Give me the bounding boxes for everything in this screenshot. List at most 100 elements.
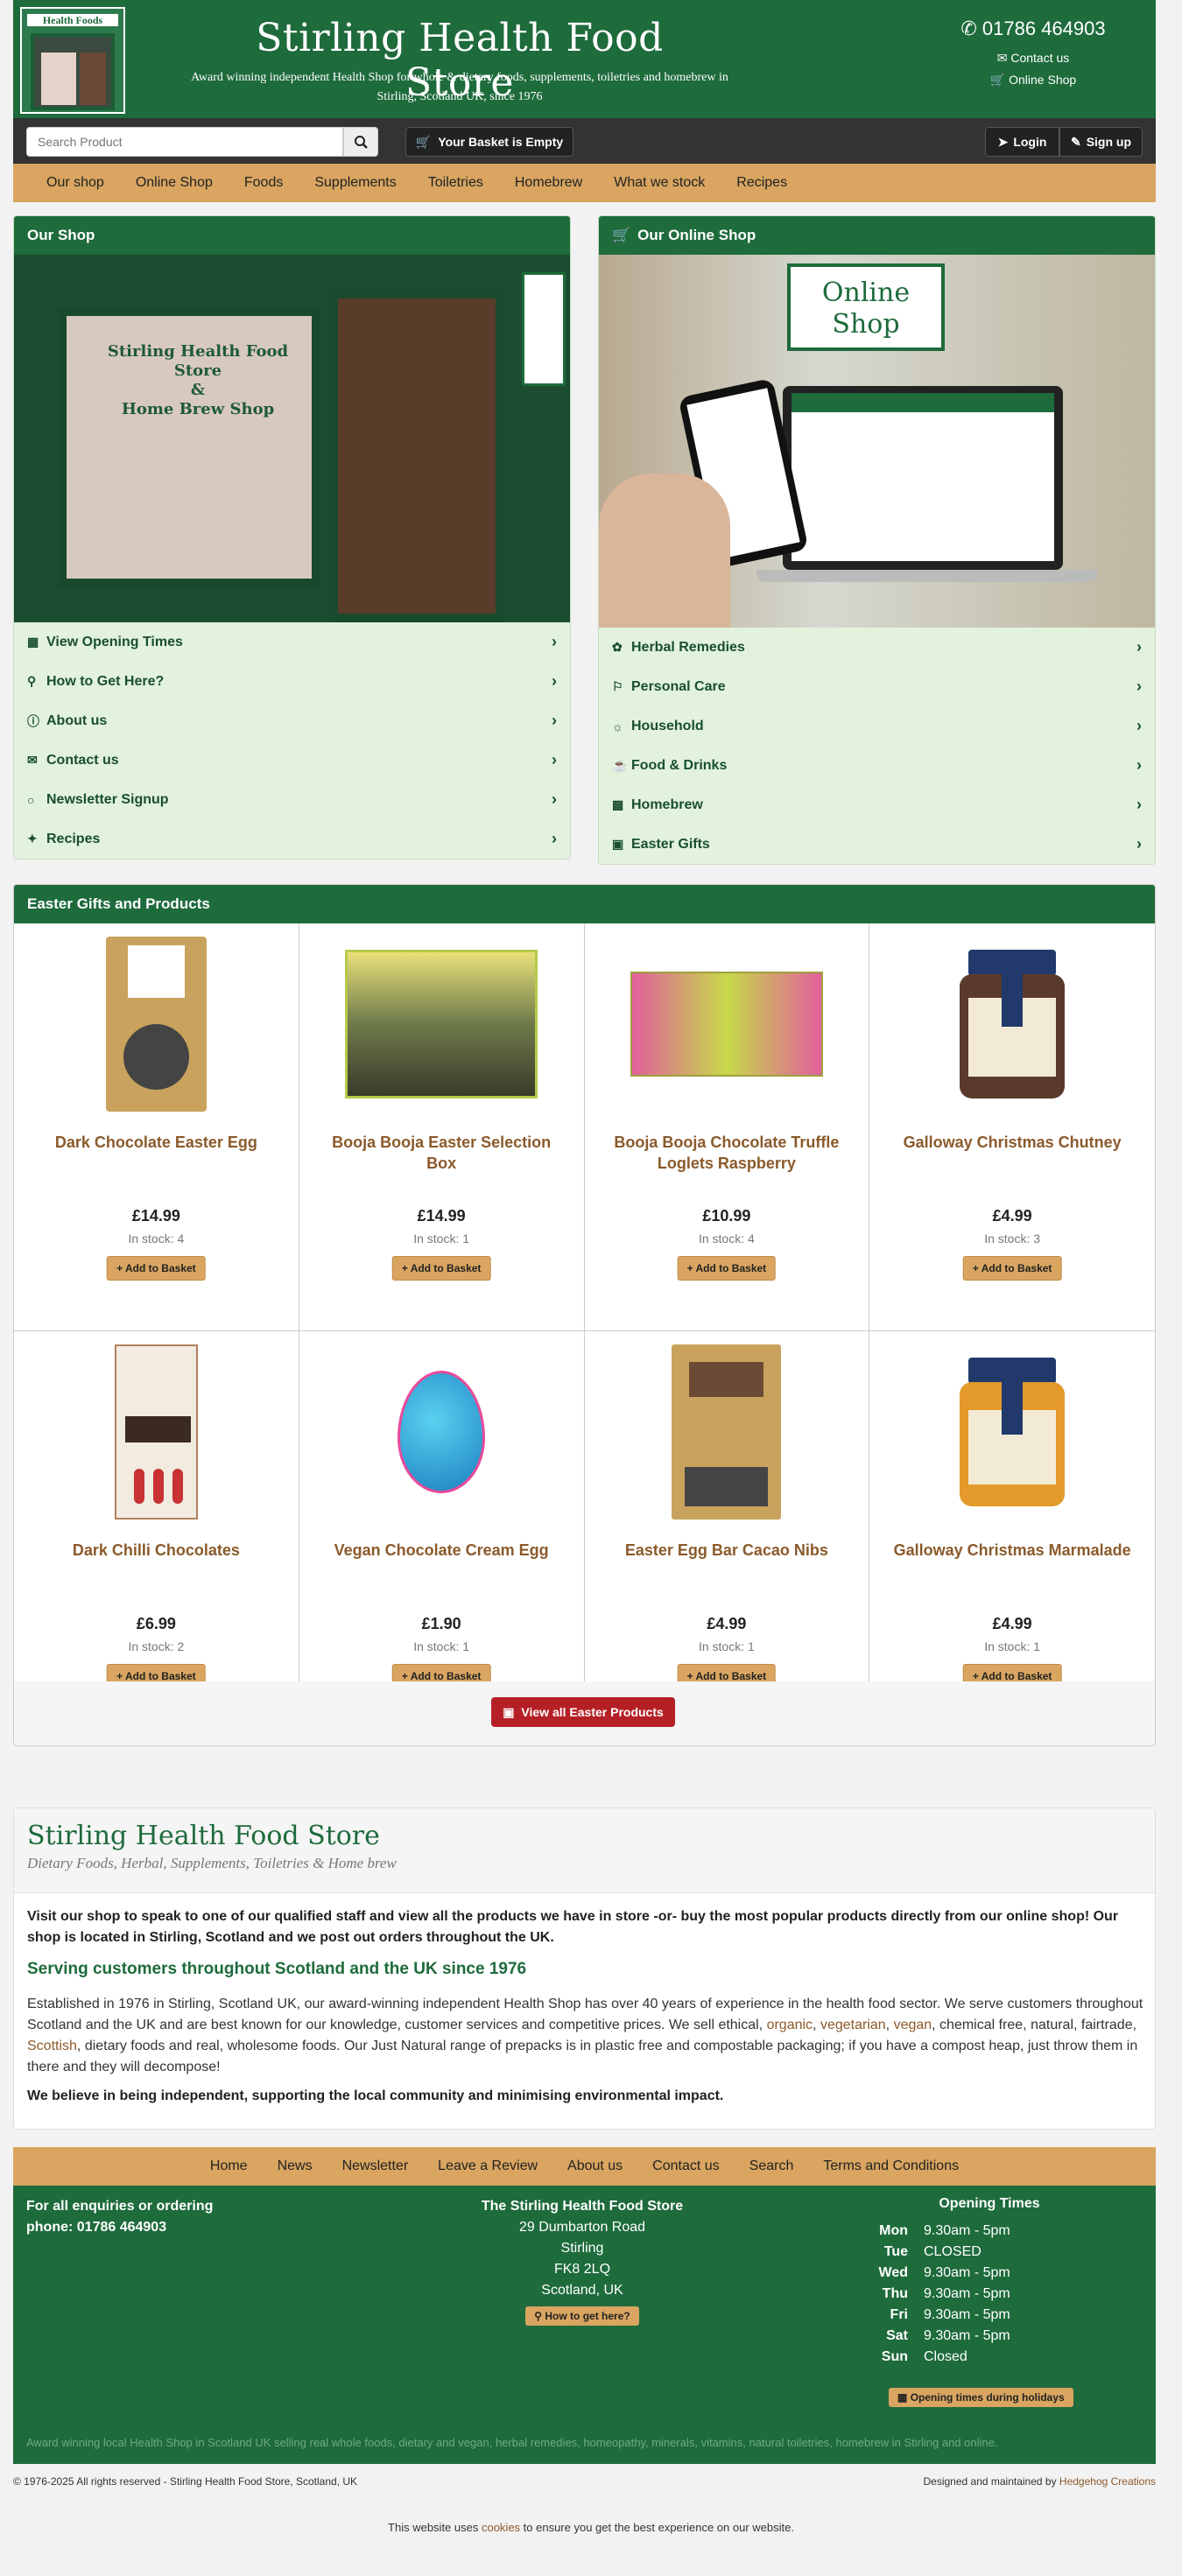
online-item-household[interactable]: ☼ Household › [599,706,1155,746]
product-stock: In stock: 3 [984,1232,1041,1246]
online-item-food-drinks[interactable]: ☕ Food & Drinks › [599,746,1155,785]
hours-time: 9.30am - 5pm [924,2307,1010,2322]
product-image-christmas-marmalade[interactable] [916,1340,1108,1524]
header-phone[interactable]: ✆ 01786 464903 [928,18,1138,40]
product-image-easter-egg-bar[interactable] [630,1340,823,1524]
product-name[interactable]: Easter Egg Bar Cacao Nibs [602,1540,852,1561]
chevron-right-icon: › [552,751,557,769]
product-image-dark-chilli-chocolates[interactable] [60,1340,252,1524]
item-label: View Opening Times [46,634,183,649]
online-item-personal-care[interactable]: ⚐ Personal Care › [599,667,1155,706]
product-name[interactable]: Booja Booja Chocolate Truffle Loglets Ra… [602,1132,852,1174]
product-price: £1.90 [421,1615,461,1632]
shop-item-recipes[interactable]: ✦ Recipes › [14,819,570,859]
cookie-text: to ensure you get the best experience on… [520,2521,794,2534]
search-input[interactable] [26,127,343,157]
signup-label: Sign up [1086,135,1132,149]
item-label: Contact us [46,752,119,768]
online-shop-image[interactable]: Online Shop [599,255,1155,628]
product-image-christmas-chutney[interactable] [916,932,1108,1116]
basket-button[interactable]: 🛒 Your Basket is Empty [405,127,573,157]
product-image-booja-truffle-loglets[interactable] [630,932,823,1116]
add-label: Add to Basket [695,1670,767,1682]
product-image-vegan-cream-egg[interactable] [345,1340,538,1524]
logo[interactable]: Health Foods [20,7,125,114]
designer-link[interactable]: Hedgehog Creations [1059,2475,1156,2488]
product-name[interactable]: Galloway Christmas Marmalade [887,1540,1137,1561]
map-marker-icon: ⚲ [27,674,37,688]
product-price: £6.99 [136,1615,176,1632]
add-to-basket-button[interactable]: + Add to Basket [107,1256,206,1281]
link-scottish[interactable]: Scottish [27,2039,77,2053]
add-to-basket-button[interactable]: + Add to Basket [962,1256,1062,1281]
product-name[interactable]: Booja Booja Easter Selection Box [317,1132,566,1174]
nav-item-what-we-stock[interactable]: What we stock [598,164,721,202]
our-shop-panel: Our Shop Stirling Health Food Store & Ho… [13,215,571,860]
nav-item-foods[interactable]: Foods [229,164,299,202]
nav-item-our-shop[interactable]: Our shop [31,164,120,202]
product-image-dark-chocolate-egg[interactable] [60,932,252,1116]
hours-row: Mon 9.30am - 5pm [862,2221,1116,2242]
product-name[interactable]: Dark Chilli Chocolates [32,1540,281,1561]
shop-front-image[interactable]: Stirling Health Food Store & Home Brew S… [14,255,570,622]
add-to-basket-button[interactable]: + Add to Basket [677,1256,777,1281]
address-line: Stirling [560,2241,604,2256]
directions-label: How to get here? [545,2310,630,2322]
plus-icon: + [686,1670,693,1682]
our-shop-heading: Our Shop [14,216,570,255]
enquiries-phone[interactable]: phone: 01786 464903 [26,2217,289,2238]
directions-button[interactable]: ⚲ How to get here? [525,2306,639,2326]
gift-icon: ▣ [503,1704,515,1719]
product-card: Galloway Christmas Chutney £4.99 In stoc… [869,923,1155,1331]
nav-item-online-shop[interactable]: Online Shop [120,164,229,202]
product-name[interactable]: Dark Chocolate Easter Egg [32,1132,281,1153]
basket-icon: 🛒 [415,134,432,149]
footer-nav-search[interactable]: Search [735,2158,809,2174]
address-title: The Stirling Health Food Store [481,2199,684,2214]
header-online-shop-link[interactable]: 🛒 Online Shop [928,73,1138,88]
footer-nav-terms[interactable]: Terms and Conditions [808,2158,974,2174]
footer-nav-home[interactable]: Home [195,2158,263,2174]
item-label: Newsletter Signup [46,791,169,807]
product-name[interactable]: Galloway Christmas Chutney [887,1132,1137,1153]
nav-item-homebrew[interactable]: Homebrew [499,164,598,202]
product-name[interactable]: Vegan Chocolate Cream Egg [317,1540,566,1561]
footer-nav-contact[interactable]: Contact us [637,2158,734,2174]
product-price: £14.99 [417,1207,466,1225]
plus-icon: + [972,1262,979,1274]
holiday-times-button[interactable]: ▦ Opening times during holidays [889,2388,1073,2407]
shop-item-contact-us[interactable]: ✉ Contact us › [14,741,570,780]
footer-nav-about[interactable]: About us [552,2158,637,2174]
nav-item-toiletries[interactable]: Toiletries [412,164,499,202]
shop-item-how-to-get-here[interactable]: ⚲ How to Get Here? › [14,662,570,701]
footer-nav-leave-review[interactable]: Leave a Review [423,2158,552,2174]
footer-nav-newsletter[interactable]: Newsletter [327,2158,424,2174]
shop-sign-line3: Home Brew Shop [121,400,275,418]
signup-button[interactable]: ✎ Sign up [1059,127,1143,157]
nav-item-supplements[interactable]: Supplements [299,164,412,202]
link-vegetarian[interactable]: vegetarian [820,2018,886,2032]
product-image-booja-selection-box[interactable] [345,932,538,1116]
shop-item-about-us[interactable]: ⓘ About us › [14,701,570,741]
header-contact-link[interactable]: ✉ Contact us [928,51,1138,66]
product-card: Vegan Chocolate Cream Egg £1.90 In stock… [299,1331,585,1739]
cookies-link[interactable]: cookies [482,2521,520,2534]
map-marker-icon: ⚲ [534,2310,543,2322]
plus-icon: + [686,1262,693,1274]
link-organic[interactable]: organic [767,2018,813,2032]
online-item-easter-gifts[interactable]: ▣ Easter Gifts › [599,825,1155,864]
shop-item-newsletter[interactable]: ○ Newsletter Signup › [14,780,570,819]
login-button[interactable]: ➤ Login [985,127,1059,157]
view-all-easter-button[interactable]: ▣ View all Easter Products [491,1697,675,1727]
footer-nav-news[interactable]: News [263,2158,327,2174]
add-to-basket-button[interactable]: + Add to Basket [391,1256,491,1281]
hours-time: 9.30am - 5pm [924,2286,1010,2301]
shop-sign-line1: Stirling Health Food Store [107,342,289,380]
search-button[interactable] [343,127,378,157]
online-item-homebrew[interactable]: ▩ Homebrew › [599,785,1155,825]
link-vegan[interactable]: vegan [894,2018,932,2032]
shop-item-opening-times[interactable]: ▦ View Opening Times › [14,622,570,662]
online-item-herbal-remedies[interactable]: ✿ Herbal Remedies › [599,628,1155,667]
nav-item-recipes[interactable]: Recipes [721,164,803,202]
chevron-right-icon: › [1136,638,1142,656]
